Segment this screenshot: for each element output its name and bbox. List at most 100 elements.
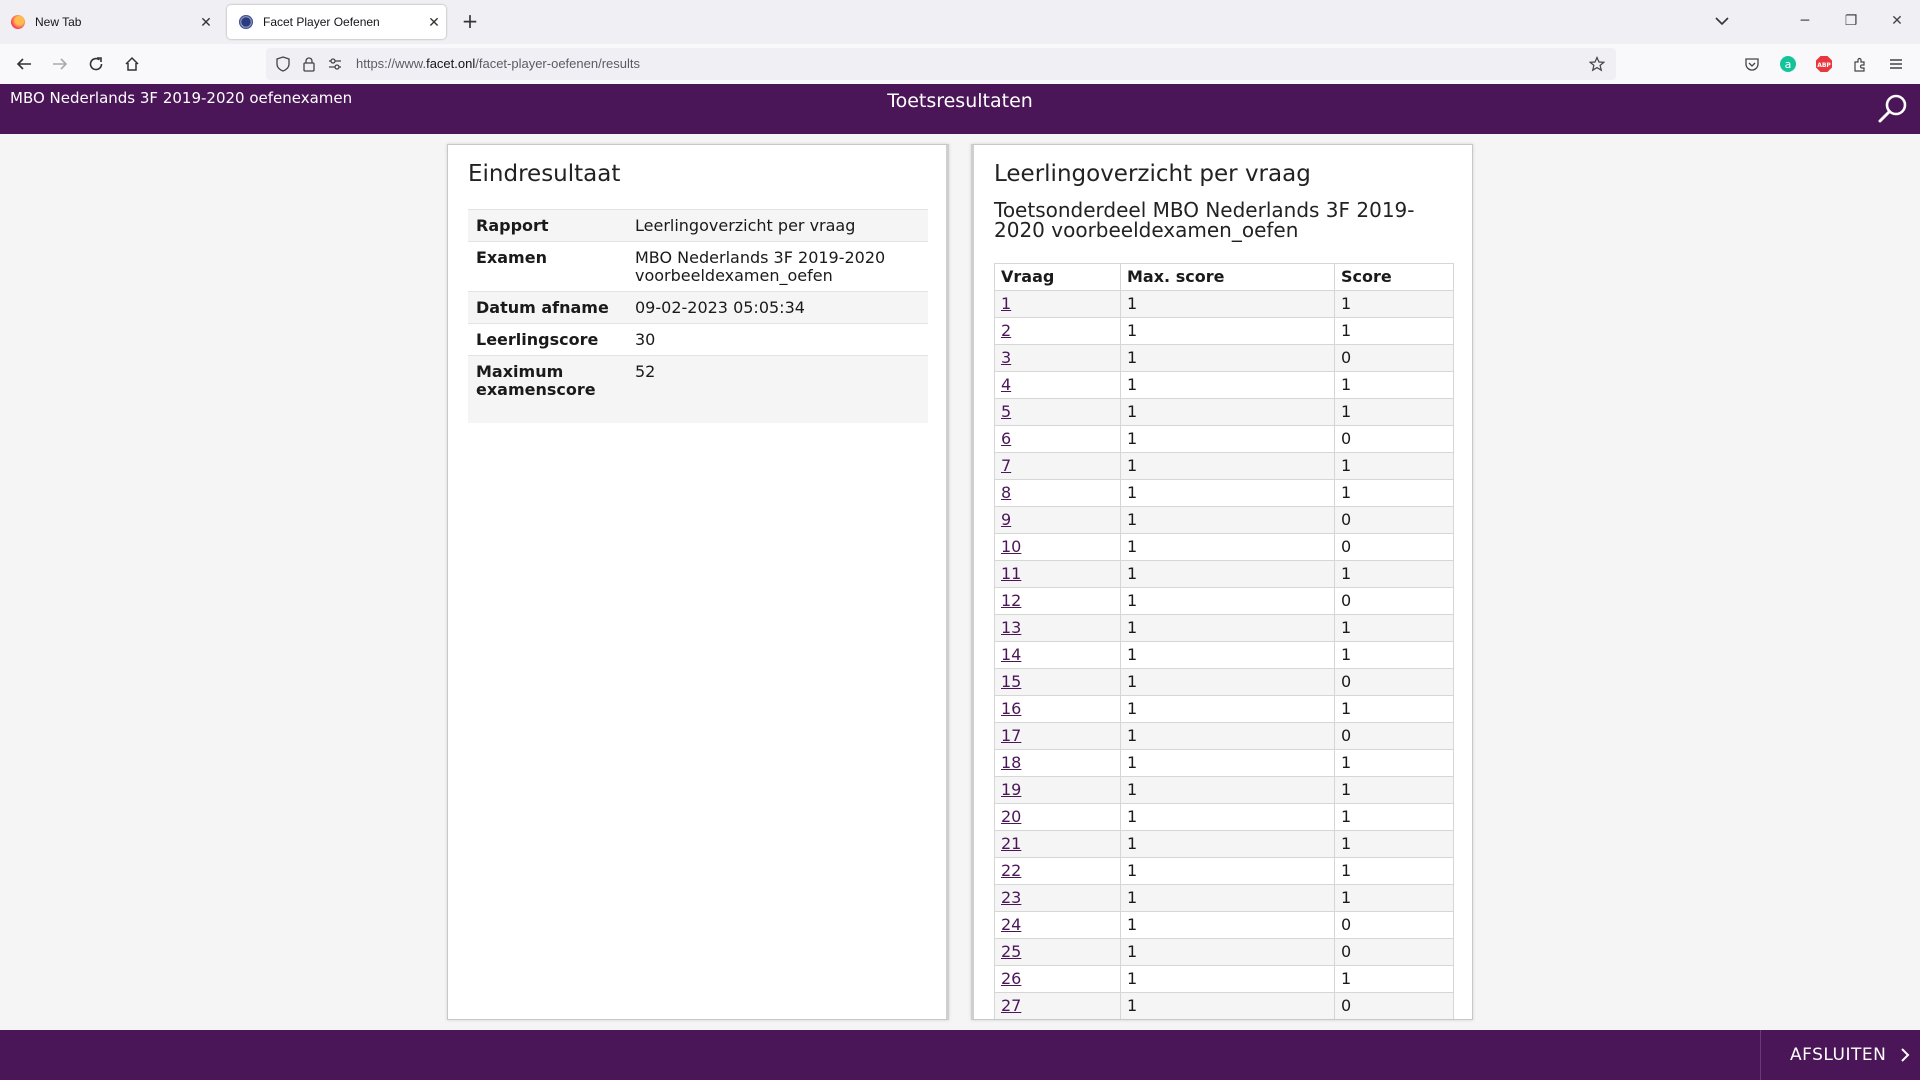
question-number: 27 <box>994 992 1121 1019</box>
question-link[interactable]: 5 <box>1001 402 1011 421</box>
back-icon[interactable] <box>12 52 36 76</box>
table-row: 5 11 <box>994 398 1454 426</box>
tab-facet-player[interactable]: Facet Player Oefenen ✕ <box>227 5 446 39</box>
final-result-heading: Eindresultaat <box>468 161 621 187</box>
question-link[interactable]: 20 <box>1001 807 1021 826</box>
chevron-right-icon <box>1901 1048 1910 1062</box>
question-number: 4 <box>994 371 1121 399</box>
app-footer: AFSLUITEN <box>0 1030 1920 1080</box>
table-row: 21 1 1 <box>994 830 1454 858</box>
max-score-cell: 1 <box>1120 344 1335 372</box>
max-score-cell: 1 <box>1120 857 1335 885</box>
table-row: 25 1 0 <box>994 938 1454 966</box>
list-all-tabs-icon[interactable] <box>1710 11 1734 31</box>
new-tab-button[interactable]: + <box>458 9 482 33</box>
score-cell: 0 <box>1334 992 1454 1019</box>
question-link[interactable]: 9 <box>1001 510 1011 529</box>
question-link[interactable]: 8 <box>1001 483 1011 502</box>
question-link[interactable]: 4 <box>1001 375 1011 394</box>
max-score-cell: 1 <box>1120 884 1335 912</box>
question-link[interactable]: 24 <box>1001 915 1021 934</box>
table-row: Examen MBO Nederlands 3F 2019-2020 voorbe… <box>468 241 928 292</box>
forward-icon[interactable] <box>48 52 72 76</box>
table-row: Maximum examenscore 52 <box>468 355 928 423</box>
max-score-cell: 1 <box>1120 965 1335 993</box>
row-key: Rapport <box>468 209 627 242</box>
table-row: 10 1 0 <box>994 533 1454 561</box>
score-cell: 1 <box>1334 371 1454 399</box>
lock-icon[interactable] <box>300 55 318 73</box>
question-link[interactable]: 26 <box>1001 969 1021 988</box>
question-link[interactable]: 1 <box>1001 294 1011 313</box>
max-score-cell: 1 <box>1120 830 1335 858</box>
question-link[interactable]: 21 <box>1001 834 1021 853</box>
max-score-cell: 1 <box>1120 290 1335 318</box>
home-icon[interactable] <box>120 52 144 76</box>
url-text[interactable]: https://www.facet.onl/facet-player-oefen… <box>356 56 640 71</box>
shield-icon[interactable] <box>274 55 292 73</box>
window-close-icon[interactable]: ✕ <box>1882 10 1912 32</box>
question-link[interactable]: 18 <box>1001 753 1021 772</box>
close-exam-label: AFSLUITEN <box>1790 1045 1887 1065</box>
reload-icon[interactable] <box>84 52 108 76</box>
pocket-icon[interactable] <box>1743 55 1761 73</box>
max-score-cell: 1 <box>1120 776 1335 804</box>
question-link[interactable]: 3 <box>1001 348 1011 367</box>
question-link[interactable]: 15 <box>1001 672 1021 691</box>
question-link[interactable]: 25 <box>1001 942 1021 961</box>
question-link[interactable]: 12 <box>1001 591 1021 610</box>
max-score-cell: 1 <box>1120 668 1335 696</box>
question-link[interactable]: 16 <box>1001 699 1021 718</box>
row-value: 09-02-2023 05:05:34 <box>627 291 928 324</box>
restore-icon[interactable]: ❐ <box>1836 10 1866 32</box>
grammarly-icon[interactable]: a <box>1779 55 1797 73</box>
score-cell: 0 <box>1334 533 1454 561</box>
table-row: 111 <box>994 290 1454 318</box>
extensions-icon[interactable] <box>1851 55 1869 73</box>
url-domain: facet.onl <box>426 56 476 71</box>
adblock-plus-icon[interactable]: ABP <box>1815 55 1833 73</box>
question-link[interactable]: 6 <box>1001 429 1011 448</box>
svg-text:a: a <box>1785 58 1792 71</box>
question-link[interactable]: 22 <box>1001 861 1021 880</box>
minimize-icon[interactable]: ─ <box>1790 10 1820 32</box>
tab-new-tab[interactable]: New Tab ✕ <box>8 5 218 39</box>
question-link[interactable]: 13 <box>1001 618 1021 637</box>
max-score-cell: 1 <box>1120 911 1335 939</box>
score-cell: 0 <box>1334 938 1454 966</box>
question-link[interactable]: 17 <box>1001 726 1021 745</box>
close-tab-icon[interactable]: ✕ <box>194 14 218 31</box>
table-row: 19 1 1 <box>994 776 1454 804</box>
max-score-cell: 1 <box>1120 641 1335 669</box>
question-number: 17 <box>994 722 1121 750</box>
tab-title: New Tab <box>35 15 82 29</box>
question-link[interactable]: 27 <box>1001 996 1021 1015</box>
close-exam-button[interactable]: AFSLUITEN <box>1760 1030 1920 1080</box>
max-score-cell: 1 <box>1120 479 1335 507</box>
row-key: Examen <box>468 241 627 292</box>
table-row: 7 11 <box>994 452 1454 480</box>
question-link[interactable]: 2 <box>1001 321 1011 340</box>
question-link[interactable]: 23 <box>1001 888 1021 907</box>
search-icon[interactable] <box>1876 92 1910 126</box>
permissions-icon[interactable] <box>326 55 344 73</box>
max-score-cell: 1 <box>1120 938 1335 966</box>
table-row: 15 1 0 <box>994 668 1454 696</box>
menu-icon[interactable] <box>1887 55 1905 73</box>
max-score-cell: 1 <box>1120 398 1335 426</box>
max-score-cell: 1 <box>1120 749 1335 777</box>
question-link[interactable]: 19 <box>1001 780 1021 799</box>
close-tab-icon[interactable]: ✕ <box>422 14 446 31</box>
max-score-cell: 1 <box>1120 317 1335 345</box>
table-row: 24 1 0 <box>994 911 1454 939</box>
page-title: Toetsresultaten <box>887 90 1033 112</box>
score-cell: 1 <box>1334 965 1454 993</box>
question-link[interactable]: 14 <box>1001 645 1021 664</box>
question-link[interactable]: 11 <box>1001 564 1021 583</box>
bookmark-star-icon[interactable] <box>1588 55 1606 73</box>
max-score-cell: 1 <box>1120 803 1335 831</box>
question-link[interactable]: 10 <box>1001 537 1021 556</box>
table-row: Leerlingscore 30 <box>468 323 928 356</box>
question-link[interactable]: 7 <box>1001 456 1011 475</box>
url-bar[interactable]: https://www.facet.onl/facet-player-oefen… <box>266 48 1616 80</box>
